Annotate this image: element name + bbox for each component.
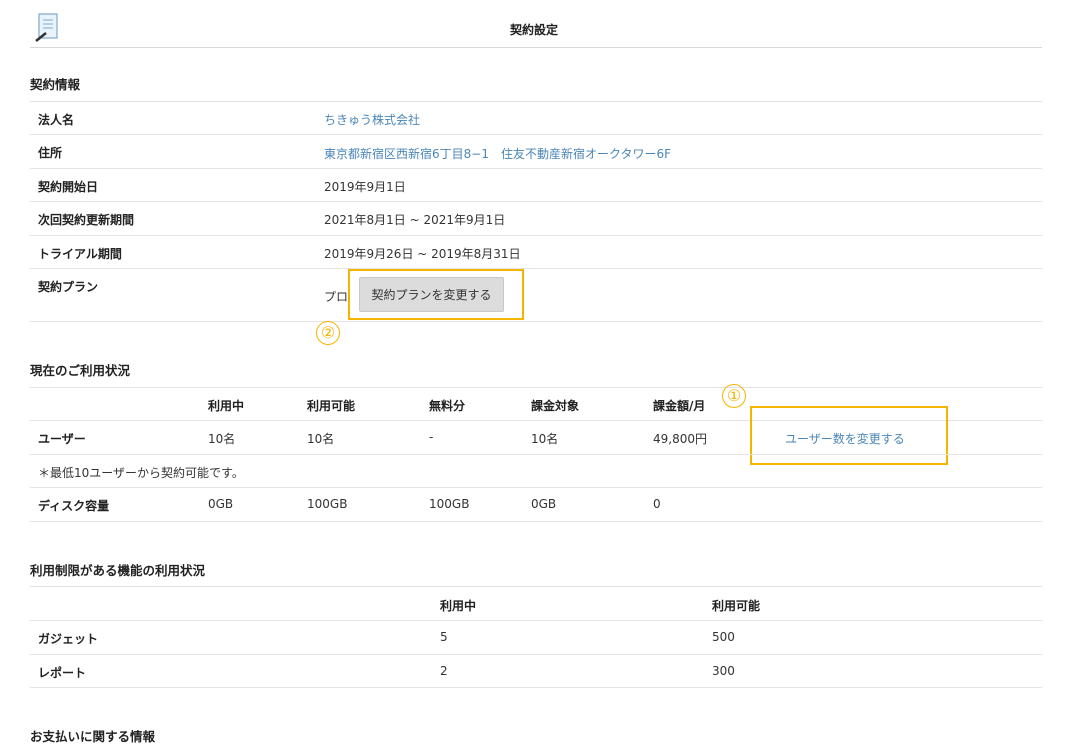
divider bbox=[30, 321, 1042, 322]
user-monthly-fee: 49,800円 bbox=[653, 432, 707, 446]
annotation-marker-2: ② bbox=[316, 321, 340, 345]
divider bbox=[30, 201, 1042, 202]
usage-header-in-use: 利用中 bbox=[208, 399, 245, 413]
divider bbox=[30, 620, 1042, 621]
annotation-marker-1: ① bbox=[722, 384, 746, 408]
limits-title: 利用制限がある機能の利用状況 bbox=[30, 563, 206, 578]
user-billable: 10名 bbox=[531, 432, 559, 446]
disk-monthly-fee: 0 bbox=[653, 497, 661, 511]
gadget-available: 500 bbox=[712, 630, 735, 644]
user-available: 10名 bbox=[307, 432, 335, 446]
address-label: 住所 bbox=[38, 146, 63, 160]
divider bbox=[30, 168, 1042, 169]
change-plan-button[interactable]: 契約プランを変更する bbox=[359, 277, 504, 312]
renewal-period-label: 次回契約更新期間 bbox=[38, 213, 135, 227]
divider bbox=[30, 235, 1042, 236]
trial-period-label: トライアル期間 bbox=[38, 247, 122, 261]
contract-start-value: 2019年9月1日 bbox=[324, 180, 406, 194]
divider bbox=[30, 521, 1042, 522]
gadget-in-use: 5 bbox=[440, 630, 448, 644]
corporate-name-label: 法人名 bbox=[38, 113, 75, 127]
disk-available: 100GB bbox=[307, 497, 348, 511]
user-free: - bbox=[429, 430, 434, 444]
divider bbox=[30, 387, 1042, 388]
contract-plan-value: プロ bbox=[324, 290, 349, 304]
page-title: 契約設定 bbox=[509, 23, 558, 37]
divider bbox=[30, 268, 1042, 269]
divider bbox=[30, 101, 1042, 102]
divider bbox=[30, 134, 1042, 135]
divider bbox=[30, 654, 1042, 655]
usage-header-available: 利用可能 bbox=[307, 399, 356, 413]
divider bbox=[30, 687, 1042, 688]
disk-row-label: ディスク容量 bbox=[38, 499, 110, 513]
divider bbox=[30, 454, 1042, 455]
divider bbox=[30, 586, 1042, 587]
report-row-label: レポート bbox=[38, 666, 87, 680]
header-divider bbox=[30, 47, 1042, 48]
renewal-period-value: 2021年8月1日 ~ 2021年9月1日 bbox=[324, 213, 506, 227]
disk-free: 100GB bbox=[429, 497, 470, 511]
payment-title: お支払いに関する情報 bbox=[30, 729, 156, 744]
trial-period-value: 2019年9月26日 ~ 2019年8月31日 bbox=[324, 247, 521, 261]
limits-header-available: 利用可能 bbox=[712, 599, 761, 613]
contract-start-label: 契約開始日 bbox=[38, 180, 99, 194]
user-row-label: ユーザー bbox=[38, 432, 86, 446]
usage-header-billable: 課金対象 bbox=[531, 399, 580, 413]
usage-title: 現在のご利用状況 bbox=[30, 363, 131, 378]
divider bbox=[30, 487, 1042, 488]
corporate-name-value[interactable]: ちきゅう株式会社 bbox=[324, 111, 420, 128]
usage-header-monthly-fee: 課金額/月 bbox=[653, 399, 706, 413]
minimum-users-note: ＊最低10ユーザーから契約可能です。 bbox=[38, 466, 244, 480]
contract-info-title: 契約情報 bbox=[30, 77, 81, 92]
change-user-count-link[interactable]: ユーザー数を変更する bbox=[785, 430, 905, 447]
report-in-use: 2 bbox=[440, 664, 448, 678]
gadget-row-label: ガジェット bbox=[38, 632, 99, 646]
disk-in-use: 0GB bbox=[208, 497, 234, 511]
report-available: 300 bbox=[712, 664, 735, 678]
contract-plan-label: 契約プラン bbox=[38, 280, 99, 294]
disk-billable: 0GB bbox=[531, 497, 557, 511]
user-in-use: 10名 bbox=[208, 432, 236, 446]
limits-header-in-use: 利用中 bbox=[440, 599, 477, 613]
address-value[interactable]: 東京都新宿区西新宿6丁目8−1 住友不動産新宿オークタワー6F bbox=[324, 145, 671, 162]
usage-header-free: 無料分 bbox=[429, 399, 466, 413]
